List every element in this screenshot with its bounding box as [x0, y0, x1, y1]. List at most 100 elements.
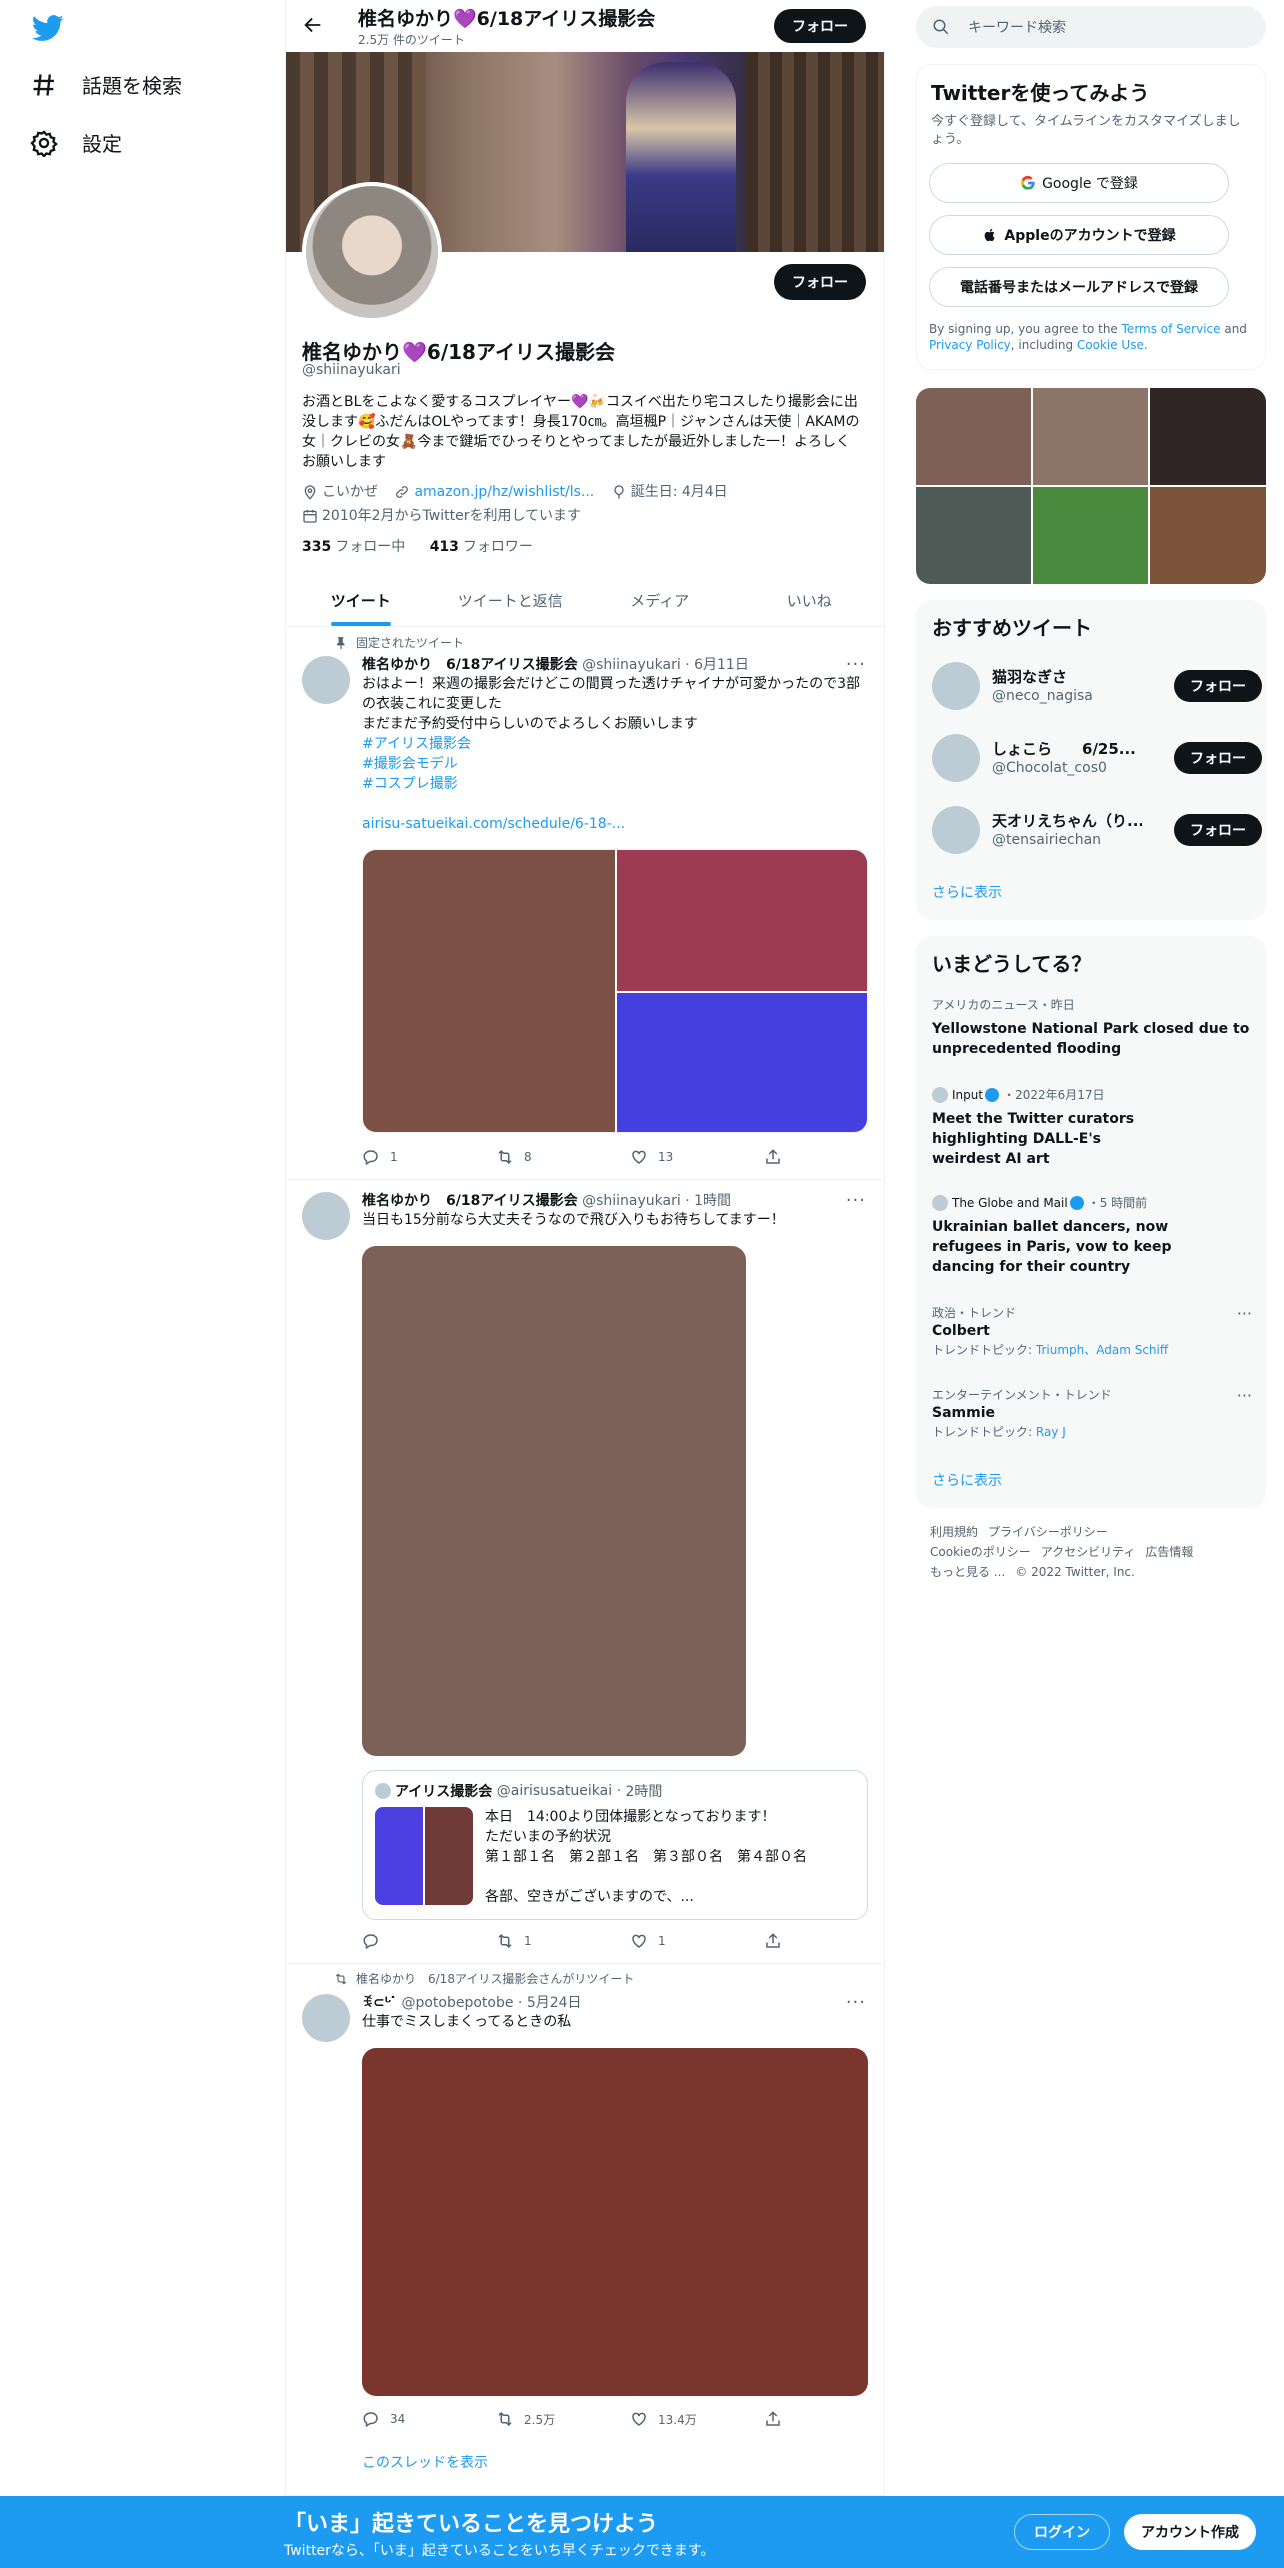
follow-button[interactable]: フォロー [1174, 670, 1262, 702]
footer-link-ads[interactable]: 広告情報 [1145, 1545, 1193, 1559]
follow-button[interactable]: フォロー [1174, 814, 1262, 846]
tweet-time[interactable]: 5月24日 [527, 1995, 582, 2011]
tweet-avatar[interactable] [302, 1192, 350, 1240]
footer-link-terms[interactable]: 利用規約 [930, 1525, 978, 1539]
avatar[interactable] [932, 806, 980, 854]
recommend-user[interactable]: しょこら 6/25... @Chocolat_cos0 フォロー [932, 734, 1262, 784]
tweet-author-handle[interactable]: @shiinayukari [582, 657, 681, 673]
back-arrow-icon[interactable] [302, 14, 324, 36]
login-button[interactable]: ログイン [1014, 2514, 1110, 2550]
tweet-time[interactable]: 1時間 [694, 1193, 731, 1209]
show-thread-link[interactable]: このスレッドを表示 [362, 2452, 488, 2472]
profile-link-text[interactable]: amazon.jp/hz/wishlist/ls... [414, 482, 594, 502]
more-options-icon[interactable]: ··· [846, 1992, 866, 2013]
recommend-user[interactable]: 猫羽なぎさ @neco_nagisa フォロー [932, 662, 1262, 712]
reply-button[interactable]: 1 [362, 1148, 496, 1166]
quoted-tweet[interactable]: アイリス撮影会 @airisusatueikai · 2時間 本日 14:00よ… [362, 1770, 868, 1920]
profile-avatar[interactable] [302, 182, 442, 322]
google-signup-button[interactable]: Google で登録 [929, 163, 1229, 203]
tab-tweets[interactable]: ツイート [286, 575, 436, 626]
trends-show-more-link[interactable]: さらに表示 [932, 1470, 1002, 1490]
trend-item[interactable]: エンターテインメント・トレンド Sammie トレンドトピック: Ray J ·… [932, 1386, 1252, 1440]
signup-button[interactable]: アカウント作成 [1124, 2514, 1256, 2550]
media-thumbnail[interactable] [1150, 487, 1266, 584]
more-options-icon[interactable]: ··· [1237, 1304, 1252, 1323]
reply-button[interactable] [362, 1932, 496, 1950]
footer-link-more[interactable]: もっと見る ... [930, 1565, 1005, 1579]
more-options-icon[interactable]: ··· [846, 1190, 866, 1211]
tab-tweets-replies[interactable]: ツイートと返信 [436, 575, 586, 626]
footer-link-accessibility[interactable]: アクセシビリティ [1041, 1545, 1136, 1559]
share-button[interactable] [764, 2410, 898, 2428]
tweet-pinned[interactable]: 固定されたツイート 椎名ゆかり 6/18アイリス撮影会 @shiinayukar… [286, 628, 884, 1180]
retweet-button[interactable]: 2.5万 [496, 2410, 630, 2428]
tweet-author-name[interactable]: 椎名ゆかり 6/18アイリス撮影会 [362, 1193, 578, 1209]
tweet-photo[interactable] [617, 850, 867, 991]
tweet-avatar[interactable] [302, 1994, 350, 2042]
tweet[interactable]: 椎名ゆかり 6/18アイリス撮影会 @shiinayukari · 1時間 当日… [286, 1180, 884, 1964]
tweet-photo[interactable] [362, 2048, 868, 2396]
tweet-time[interactable]: 6月11日 [694, 657, 749, 673]
trend-item[interactable]: The Globe and Mail ・5 時間前 Ukrainian balle… [932, 1194, 1252, 1277]
trend-title: Sammie [932, 1405, 995, 1421]
followers-stat[interactable]: 413 フォロワー [430, 539, 533, 555]
following-stat[interactable]: 335 フォロー中 [302, 539, 405, 555]
media-thumbnail[interactable] [916, 388, 1031, 485]
profile-link[interactable]: amazon.jp/hz/wishlist/ls... [394, 482, 594, 502]
follow-button[interactable]: フォロー [1174, 742, 1262, 774]
footer-link-cookies[interactable]: Cookieのポリシー [930, 1545, 1031, 1559]
legal-text: . [1143, 338, 1148, 352]
profile-follow-button[interactable]: フォロー [774, 264, 866, 300]
media-thumbnail[interactable] [1033, 487, 1148, 584]
retweet-button[interactable]: 8 [496, 1148, 630, 1166]
trend-topics-links[interactable]: Ray J [1036, 1425, 1066, 1439]
trend-item[interactable]: アメリカのニュース・昨日 Yellowstone National Park c… [932, 996, 1252, 1059]
tweet-photo[interactable] [362, 1246, 746, 1756]
trend-item[interactable]: Input ・2022年6月17日 Meet the Twitter curato… [932, 1086, 1252, 1169]
header-follow-button[interactable]: フォロー [774, 9, 866, 43]
hashtag-link[interactable]: #アイリス撮影会 [362, 734, 870, 754]
like-button[interactable]: 13 [630, 1148, 764, 1166]
reply-button[interactable]: 34 [362, 2410, 496, 2428]
like-button[interactable]: 1 [630, 1932, 764, 1950]
more-options-icon[interactable]: ··· [846, 654, 866, 675]
tweet-photo[interactable] [617, 993, 867, 1132]
hashtag-link[interactable]: #撮影会モデル [362, 754, 870, 774]
tweet-author-handle[interactable]: @potobepotobe [401, 1995, 513, 2011]
media-thumbnail[interactable] [1150, 388, 1266, 485]
hashtag-link[interactable]: #コスプレ撮影 [362, 774, 870, 794]
trend-item[interactable]: 政治・トレンド Colbert トレンドトピック: Triumph、Adam S… [932, 1304, 1252, 1358]
nav-explore[interactable]: 話題を検索 [30, 70, 182, 99]
twitter-logo-icon[interactable] [32, 12, 64, 44]
tweet-author-name[interactable]: ꉂ⊂ᒡ ̇ [362, 1995, 401, 2011]
tab-media[interactable]: メディア [585, 575, 735, 626]
tweet-author-name[interactable]: 椎名ゆかり 6/18アイリス撮影会 [362, 657, 578, 673]
legal-text: and [1220, 322, 1247, 336]
cookie-link[interactable]: Cookie Use [1077, 338, 1144, 352]
more-options-icon[interactable]: ··· [1237, 1386, 1252, 1405]
tweet-author-handle[interactable]: @shiinayukari [582, 1193, 681, 1209]
tweet-url-link[interactable]: airisu-satueikai.com/schedule/6-18-... [362, 814, 870, 834]
recommend-show-more-link[interactable]: さらに表示 [932, 882, 1002, 902]
share-button[interactable] [764, 1148, 898, 1166]
media-thumbnail[interactable] [1033, 388, 1148, 485]
tweet-avatar[interactable] [302, 656, 350, 704]
tweet-photo[interactable] [363, 850, 615, 1132]
trend-topics-links[interactable]: Triumph、Adam Schiff [1036, 1343, 1168, 1357]
search-input[interactable]: キーワード検索 [916, 6, 1266, 48]
avatar[interactable] [932, 734, 980, 782]
like-button[interactable]: 13.4万 [630, 2410, 764, 2428]
phone-email-signup-button[interactable]: 電話番号またはメールアドレスで登録 [929, 267, 1229, 307]
avatar[interactable] [932, 662, 980, 710]
footer-link-privacy[interactable]: プライバシーポリシー [988, 1525, 1108, 1539]
share-button[interactable] [764, 1932, 898, 1950]
media-thumbnail[interactable] [916, 487, 1031, 584]
retweet-button[interactable]: 1 [496, 1932, 630, 1950]
apple-signup-button[interactable]: Appleのアカウントで登録 [929, 215, 1229, 255]
privacy-link[interactable]: Privacy Policy [929, 338, 1011, 352]
tweet-retweeted[interactable]: 椎名ゆかり 6/18アイリス撮影会さんがリツイート ꉂ⊂ᒡ ̇ @potobep… [286, 1964, 884, 2496]
nav-settings[interactable]: 設定 [30, 128, 122, 157]
recommend-user[interactable]: 天オリえちゃん（り... @tensairiechan フォロー [932, 806, 1262, 856]
terms-link[interactable]: Terms of Service [1122, 322, 1221, 336]
tab-likes[interactable]: いいね [735, 575, 885, 626]
